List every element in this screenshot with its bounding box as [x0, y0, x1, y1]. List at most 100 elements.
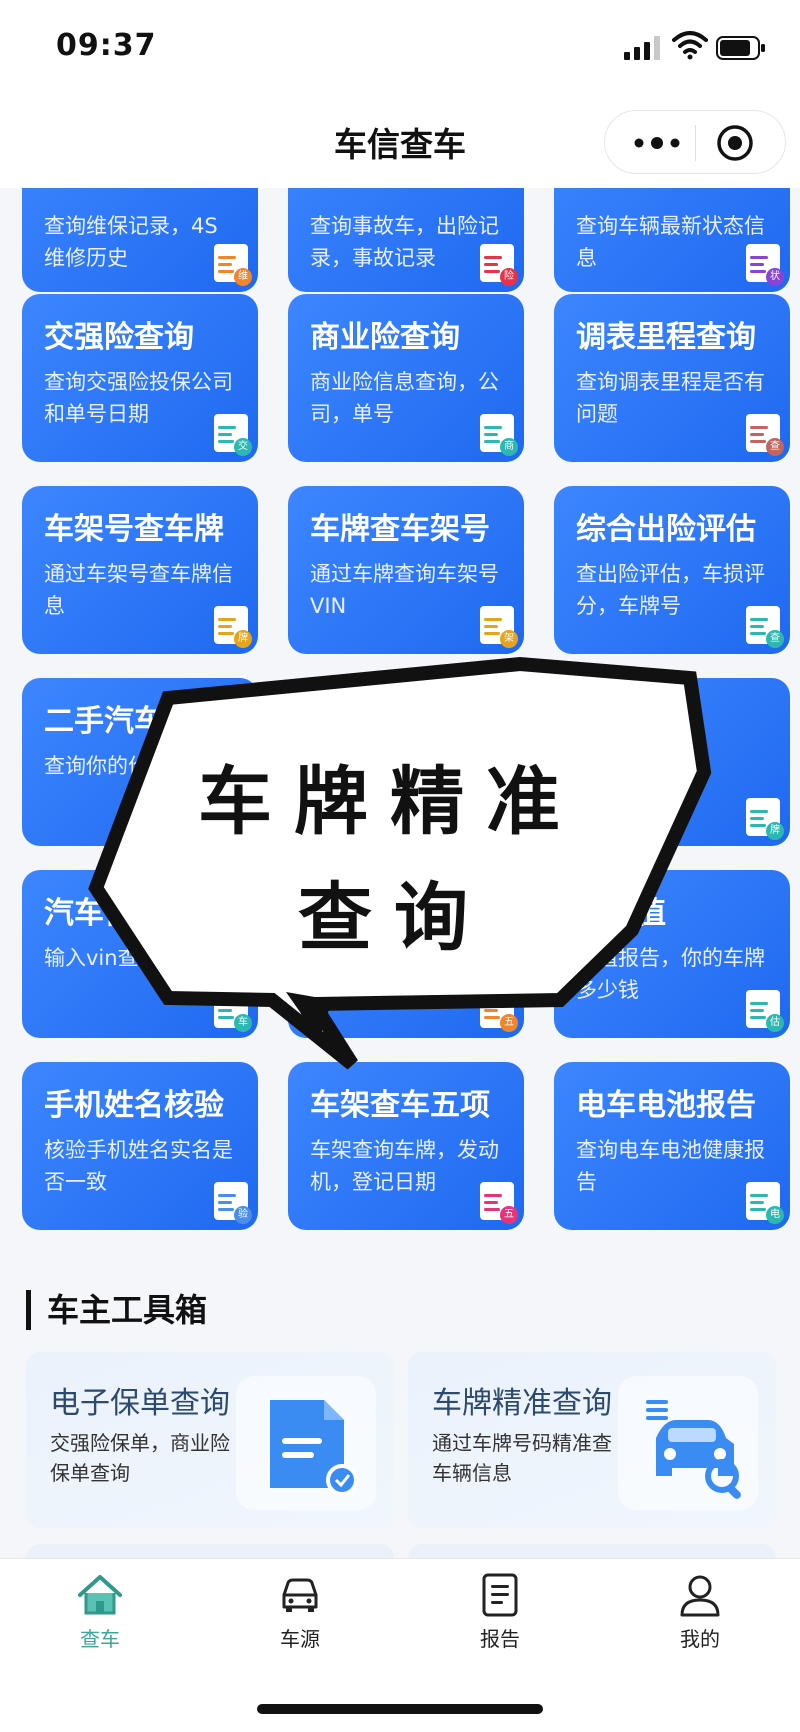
service-card[interactable]: 汽车信输入vin查询详细车	[22, 870, 258, 1038]
card-desc: 通过车架号查车牌信息	[44, 562, 233, 618]
title-bar: 车信查车	[0, 96, 800, 188]
capsule-divider	[695, 125, 696, 161]
card-badge-letter: 险	[500, 268, 518, 286]
service-card[interactable]: 牌查车辆辆发动牌	[554, 678, 790, 846]
service-card[interactable]: 电车电池报告查询电车电池健康报告电	[554, 1062, 790, 1230]
tab-home[interactable]: 查车	[30, 1573, 170, 1683]
card-badge-letter: 查	[766, 630, 784, 648]
tab-label: 车源	[280, 1627, 320, 1651]
home-indicator	[257, 1704, 543, 1714]
card-badge-letter: 电	[766, 1206, 784, 1224]
burst-text-line1: 车牌精准	[198, 759, 582, 845]
card-badge-icon: 险	[480, 244, 518, 286]
card-badge-letter: 验	[234, 1206, 252, 1224]
card-badge-icon: 牌	[214, 606, 252, 648]
tab-report[interactable]: 报告	[430, 1573, 570, 1683]
card-badge-letter: 五	[500, 1206, 518, 1224]
card-desc: 通过车牌查询车架号VIN	[310, 562, 499, 618]
section-title: 车主工具箱	[26, 1290, 207, 1330]
status-time: 09:37	[56, 28, 157, 63]
tool-card-policy[interactable]: 电子保单查询 交强险保单，商业险保单查询	[26, 1352, 394, 1528]
card-title: 车架号查车牌	[44, 512, 224, 547]
car-icon	[282, 1578, 318, 1612]
tab-label: 查车	[80, 1627, 120, 1651]
card-title: 车牌查车架号	[310, 512, 490, 547]
tool-card-title: 车牌精准查询	[432, 1386, 612, 1421]
card-title: 综合出险评估	[576, 512, 756, 547]
card-desc: 查询维保记录，4S维修历史	[44, 214, 218, 270]
card-desc: 查出险评估，车损评分，车牌号	[576, 562, 765, 618]
card-title: 手机姓名核验	[44, 1088, 224, 1123]
tool-icon-wrap	[236, 1376, 376, 1510]
tool-icon-wrap	[618, 1376, 758, 1510]
card-title: 调表里程查询	[576, 320, 756, 355]
card-badge-letter: 维	[234, 268, 252, 286]
service-card[interactable]: 查询车辆最新状态信息状	[554, 188, 790, 292]
cellular-signal-icon	[624, 36, 660, 60]
service-card[interactable]: 调表里程查询查询调表里程是否有问题查	[554, 294, 790, 462]
tab-profile[interactable]: 我的	[630, 1573, 770, 1683]
service-card[interactable]: 查询事故车，出险记录，事故记录险	[288, 188, 524, 292]
service-card[interactable]: 车架查车五项车架查询车牌，发动机，登记日期五	[288, 1062, 524, 1230]
card-title: 汽车信	[44, 896, 134, 931]
card-desc: 查询调表里程是否有问题	[576, 370, 765, 426]
card-badge-icon: 估	[746, 990, 784, 1032]
card-desc: 查询电车电池健康报告	[576, 1138, 765, 1194]
card-badge-icon: 电	[746, 1182, 784, 1224]
card-desc: 输入vin查询详细	[44, 946, 202, 970]
tool-card-plate[interactable]: 车牌精准查询 通过车牌号码精准查车辆信息	[408, 1352, 776, 1528]
tool-card-desc: 交强险保单，商业险保单查询	[50, 1431, 230, 1485]
card-desc: 车架查询车牌，发动机，登记日期	[310, 1138, 499, 1194]
service-card[interactable]: 车架号查车牌通过车架号查车牌信息牌	[22, 486, 258, 654]
status-bar: 09:37	[0, 0, 800, 96]
service-card[interactable]: 车牌查车架号通过车牌查询车架号VIN 架	[288, 486, 524, 654]
card-desc: 查询车辆最新状态信息	[576, 214, 765, 270]
more-dots-icon[interactable]	[627, 125, 687, 161]
service-card[interactable]: 综合出险评估查出险评估，车损评分，车牌号查	[554, 486, 790, 654]
user-icon	[680, 1575, 720, 1617]
card-desc: 核验手机姓名实名是否一致	[44, 1138, 233, 1194]
card-desc: 查询交强险投保公司和单号日期	[44, 370, 233, 426]
card-title: 交强险查询	[44, 320, 194, 355]
card-title: 电车电池报告	[576, 1088, 756, 1123]
tab-label: 报告	[480, 1627, 520, 1651]
card-badge-icon: 查	[746, 414, 784, 456]
card-badge-letter: 交	[234, 438, 252, 456]
mini-program-capsule	[604, 110, 786, 174]
card-badge-icon: 五	[480, 990, 518, 1032]
card-badge-icon: 五	[480, 1182, 518, 1224]
card-desc: 辆发动	[576, 754, 639, 778]
card-desc: 估值报告，你的车牌多少钱	[576, 946, 765, 1002]
service-card[interactable]: 交强险查询查询交强险投保公司和单号日期交	[22, 294, 258, 462]
service-card[interactable]: 商业险查询商业险信息查询，公司，单号商	[288, 294, 524, 462]
wifi-icon	[672, 31, 708, 60]
service-card[interactable]: 查询维保记录，4S维修历史维	[22, 188, 258, 292]
card-badge-letter: 牌	[234, 630, 252, 648]
service-card[interactable]: 号估值估值报告，你的车牌多少钱估	[554, 870, 790, 1038]
tab-cars[interactable]: 车源	[230, 1573, 370, 1683]
card-badge-letter: 架	[500, 630, 518, 648]
target-icon[interactable]	[715, 123, 755, 163]
card-desc: 商业险信息查询，公司，单号	[310, 370, 499, 426]
card-badge-letter: 车	[234, 1014, 252, 1032]
home-icon	[78, 1575, 122, 1615]
service-grid: 查询维保记录，4S维修历史维查询事故车，出险记录，事故记录险查询车辆最新状态信息…	[0, 188, 800, 1268]
card-title: 车架查车五项	[310, 1088, 490, 1123]
tab-label: 我的	[680, 1627, 720, 1651]
card-badge-icon: 牌	[746, 798, 784, 840]
card-badge-letter: 查	[766, 438, 784, 456]
card-title: 号估值	[576, 896, 666, 931]
card-badge-icon: 维	[214, 244, 252, 286]
card-badge-letter: 估	[766, 1014, 784, 1032]
card-desc: 查询事故车，出险记录，事故记录	[310, 214, 499, 270]
card-badge-icon: 架	[480, 606, 518, 648]
service-card[interactable]: 手机姓名核验核验手机姓名实名是否一致验	[22, 1062, 258, 1230]
card-title: 商业险查询	[310, 320, 460, 355]
card-title: 牌查车辆	[576, 704, 696, 739]
card-badge-letter: 五	[500, 1014, 518, 1032]
report-icon	[482, 1573, 518, 1617]
tool-card-desc: 通过车牌号码精准查车辆信息	[432, 1431, 612, 1485]
card-badge-icon: 状	[746, 244, 784, 286]
policy-document-icon	[270, 1400, 358, 1496]
card-badge-letter: 商	[500, 438, 518, 456]
